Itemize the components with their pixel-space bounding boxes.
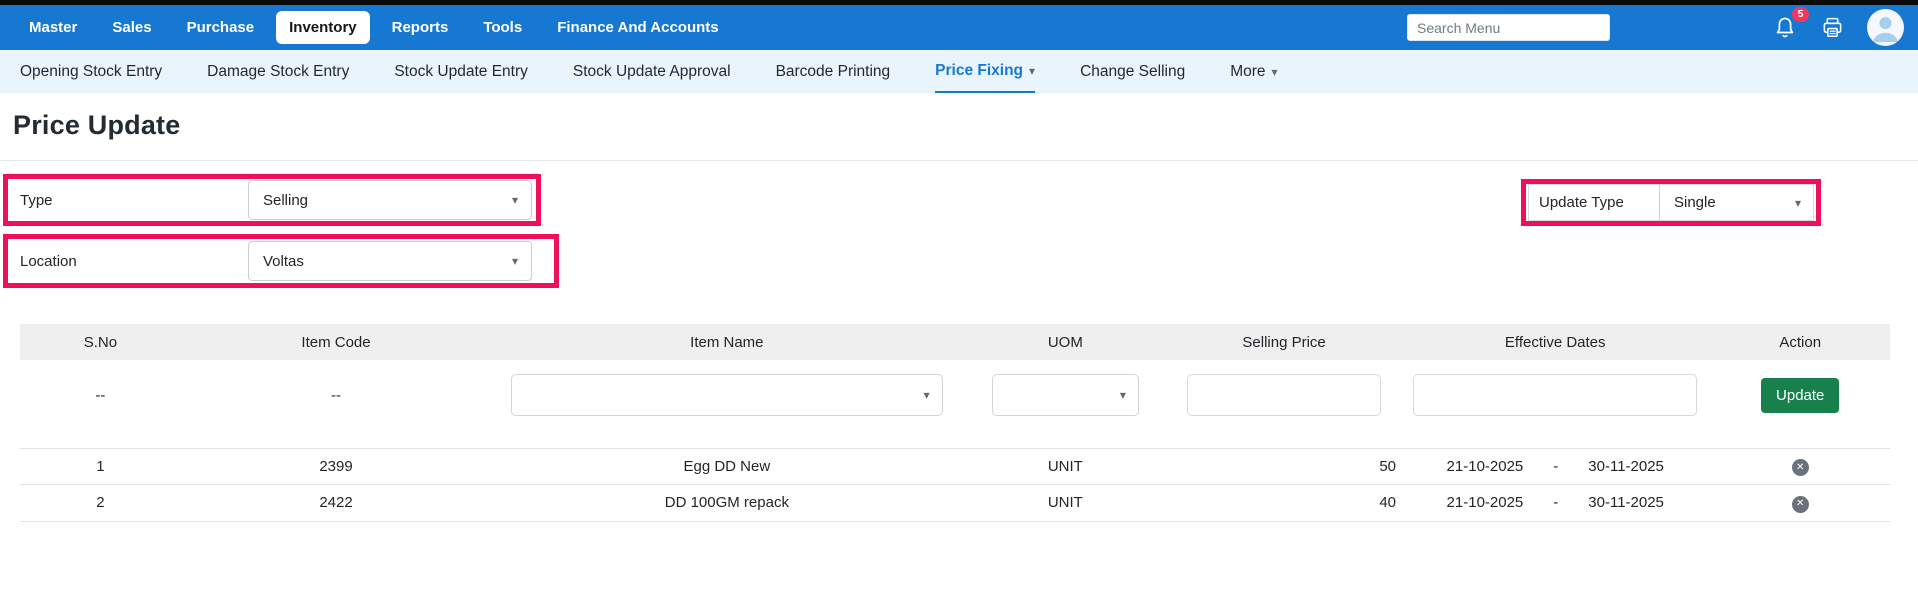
row-effective-dates: 21-10-2025 - 30-11-2025 <box>1400 485 1710 522</box>
chevron-down-icon: ▾ <box>1029 65 1035 77</box>
price-table: S.No Item Code Item Name UOM Selling Pri… <box>20 324 1890 522</box>
date-separator: - <box>1553 458 1558 475</box>
page-title: Price Update <box>13 110 1918 141</box>
entry-sno: -- <box>20 360 181 432</box>
effective-dates-input[interactable] <box>1413 374 1696 416</box>
nav-item-inventory[interactable]: Inventory <box>276 11 370 44</box>
table-header-row: S.No Item Code Item Name UOM Selling Pri… <box>20 324 1890 360</box>
chevron-down-icon: ▾ <box>512 194 518 206</box>
col-uom: UOM <box>962 324 1168 360</box>
search-input[interactable] <box>1407 14 1610 41</box>
location-select-value: Voltas <box>263 253 304 270</box>
table-row: 1 2399 Egg DD New UNIT 50 21-10-2025 - 3… <box>20 448 1890 485</box>
row-selling-price: 40 <box>1168 485 1400 522</box>
entry-row: -- -- ▾ ▾ Update <box>20 360 1890 432</box>
row-effective-dates: 21-10-2025 - 30-11-2025 <box>1400 448 1710 485</box>
location-label: Location <box>8 253 248 270</box>
main-navbar: Master Sales Purchase Inventory Reports … <box>0 5 1918 50</box>
navbar-right: 5 <box>1407 9 1904 46</box>
type-select[interactable]: Selling ▾ <box>248 180 532 220</box>
row-item-name: Egg DD New <box>491 448 962 485</box>
nav-item-reports[interactable]: Reports <box>379 11 462 44</box>
selling-price-input[interactable] <box>1187 374 1380 416</box>
chevron-down-icon: ▾ <box>924 389 930 401</box>
person-icon <box>1867 9 1904 46</box>
nav-item-tools[interactable]: Tools <box>470 11 535 44</box>
nav-item-purchase[interactable]: Purchase <box>174 11 268 44</box>
update-type-annotation: Update Type Single ▾ <box>1521 179 1821 226</box>
subnav-item-more[interactable]: More ▾ <box>1230 50 1277 93</box>
row-action: ✕ <box>1710 485 1890 522</box>
update-type-value: Single <box>1674 194 1716 211</box>
subnav-item-damage-stock-entry[interactable]: Damage Stock Entry <box>207 50 349 93</box>
col-item-name: Item Name <box>491 324 962 360</box>
printer-icon <box>1820 15 1845 40</box>
subnav-item-stock-update-approval[interactable]: Stock Update Approval <box>573 50 731 93</box>
row-action: ✕ <box>1710 448 1890 485</box>
row-selling-price: 50 <box>1168 448 1400 485</box>
update-type-group: Update Type Single ▾ <box>1528 184 1814 221</box>
chevron-down-icon: ▾ <box>512 255 518 267</box>
date-separator: - <box>1553 494 1558 511</box>
row-sno: 1 <box>20 448 181 485</box>
col-action: Action <box>1710 324 1890 360</box>
row-uom: UNIT <box>962 485 1168 522</box>
col-item-code: Item Code <box>181 324 491 360</box>
update-type-label: Update Type <box>1529 185 1660 220</box>
page-header: Price Update <box>0 93 1918 141</box>
table-row: 2 2422 DD 100GM repack UNIT 40 21-10-202… <box>20 485 1890 522</box>
location-select[interactable]: Voltas ▾ <box>248 241 532 281</box>
price-table-container: S.No Item Code Item Name UOM Selling Pri… <box>20 324 1890 522</box>
row-item-name: DD 100GM repack <box>491 485 962 522</box>
entry-item-code: -- <box>181 360 491 432</box>
chevron-down-icon: ▾ <box>1120 389 1126 401</box>
row-sno: 2 <box>20 485 181 522</box>
inventory-subnav: Opening Stock Entry Damage Stock Entry S… <box>0 50 1918 93</box>
user-avatar[interactable] <box>1867 9 1904 46</box>
col-selling-price: Selling Price <box>1168 324 1400 360</box>
type-field-annotation: Type Selling ▾ <box>3 174 541 226</box>
subnav-item-stock-update-entry[interactable]: Stock Update Entry <box>394 50 528 93</box>
chevron-down-icon: ▾ <box>1272 66 1278 78</box>
location-field-annotation: Location Voltas ▾ <box>3 234 559 288</box>
subnav-item-opening-stock-entry[interactable]: Opening Stock Entry <box>20 50 162 93</box>
type-label: Type <box>8 192 248 209</box>
update-button[interactable]: Update <box>1761 378 1839 413</box>
subnav-item-barcode-printing[interactable]: Barcode Printing <box>776 50 891 93</box>
effective-from-date: 21-10-2025 <box>1447 458 1524 475</box>
notification-badge: 5 <box>1792 7 1809 23</box>
print-button[interactable] <box>1820 15 1845 40</box>
row-uom: UNIT <box>962 448 1168 485</box>
notifications-button[interactable]: 5 <box>1772 15 1798 41</box>
row-item-code: 2399 <box>181 448 491 485</box>
subnav-item-change-selling[interactable]: Change Selling <box>1080 50 1185 93</box>
effective-from-date: 21-10-2025 <box>1447 494 1524 511</box>
spacer-row <box>20 432 1890 448</box>
chevron-down-icon: ▾ <box>1795 197 1801 209</box>
navbar-items: Master Sales Purchase Inventory Reports … <box>16 11 732 44</box>
nav-item-master[interactable]: Master <box>16 11 90 44</box>
type-select-value: Selling <box>263 192 308 209</box>
item-name-select[interactable]: ▾ <box>511 374 943 416</box>
col-effective-dates: Effective Dates <box>1400 324 1710 360</box>
col-sno: S.No <box>20 324 181 360</box>
remove-icon[interactable]: ✕ <box>1792 459 1809 476</box>
remove-icon[interactable]: ✕ <box>1792 496 1809 513</box>
row-item-code: 2422 <box>181 485 491 522</box>
update-type-select[interactable]: Single ▾ <box>1660 194 1813 211</box>
effective-to-date: 30-11-2025 <box>1588 458 1664 475</box>
nav-item-sales[interactable]: Sales <box>99 11 164 44</box>
subnav-item-price-fixing[interactable]: Price Fixing ▾ <box>935 50 1035 93</box>
nav-item-finance-and-accounts[interactable]: Finance And Accounts <box>544 11 731 44</box>
filter-form: Type Selling ▾ Update Type Single ▾ Loca… <box>0 161 1918 306</box>
effective-to-date: 30-11-2025 <box>1588 494 1664 511</box>
uom-select[interactable]: ▾ <box>992 374 1139 416</box>
